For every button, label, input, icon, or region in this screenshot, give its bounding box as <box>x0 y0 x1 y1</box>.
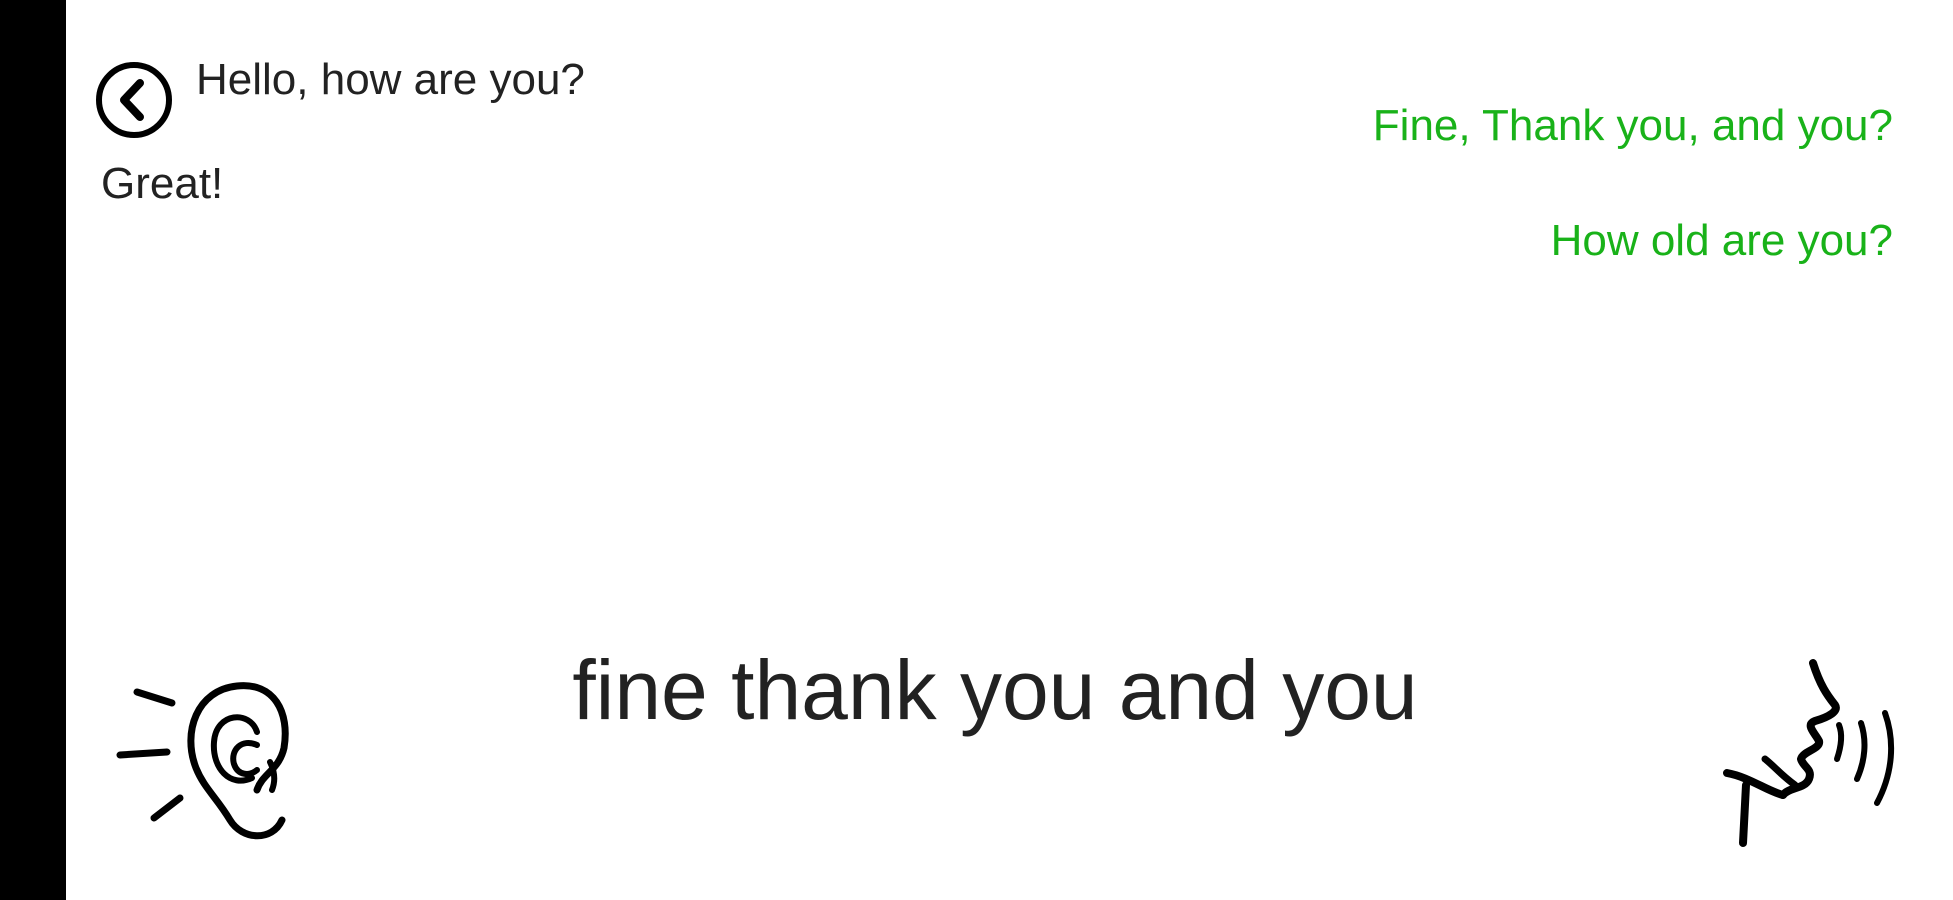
listen-button[interactable] <box>112 670 302 850</box>
conversation-screen: Hello, how are you? Great! Fine, Thank y… <box>0 0 1953 900</box>
message-right: Fine, Thank you, and you? <box>1372 101 1893 150</box>
message-left: Hello, how are you? <box>196 55 585 104</box>
left-edge-bar <box>0 0 66 900</box>
back-arrow-circle-icon <box>96 62 172 138</box>
message-right: How old are you? <box>1550 216 1893 265</box>
speaking-face-icon <box>1723 659 1895 847</box>
message-left: Great! <box>101 159 224 208</box>
speak-button[interactable] <box>1705 655 1925 855</box>
ear-icon <box>116 682 289 840</box>
back-button[interactable] <box>94 60 174 140</box>
live-transcript: fine thank you and you <box>572 643 1418 737</box>
